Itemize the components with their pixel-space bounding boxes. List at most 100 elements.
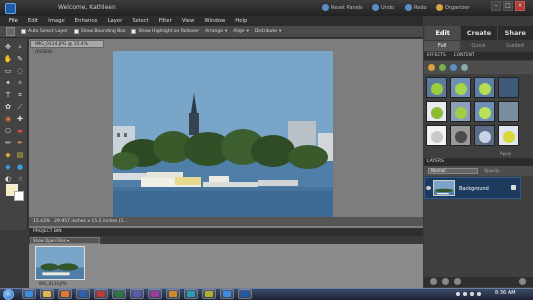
effect-swatch[interactable]	[426, 77, 447, 98]
eyedropper-tool-icon[interactable]: ✎	[15, 55, 25, 64]
pencil-tool-icon[interactable]: ✏	[3, 139, 13, 148]
lasso-tool-icon[interactable]: ◌	[15, 67, 25, 76]
menu-filter[interactable]: Filter	[154, 18, 177, 24]
effect-swatch[interactable]	[474, 125, 495, 146]
eraser-tool-icon[interactable]: ▰	[15, 127, 25, 136]
gradient-tool-icon[interactable]: ▤	[15, 151, 25, 160]
tab-edit[interactable]: Edit	[424, 26, 461, 40]
link-layers-icon[interactable]	[454, 278, 461, 285]
effect-swatch[interactable]	[474, 101, 495, 122]
healing-brush-tool-icon[interactable]: ✚	[15, 115, 25, 124]
highlight-option[interactable]: Show Highlight on Rollover	[131, 29, 199, 34]
menu-view[interactable]: View	[177, 18, 200, 24]
undo-button[interactable]: Undo	[372, 4, 394, 11]
tab-full[interactable]: Full	[424, 41, 461, 51]
sponge-tool-icon[interactable]: ◐	[3, 175, 13, 184]
clone-stamp-tool-icon[interactable]: ⎔	[3, 127, 13, 136]
project-bin-header[interactable]: PROJECT BIN	[29, 228, 423, 236]
menu-file[interactable]: File	[4, 18, 23, 24]
align-dropdown[interactable]: Align ▾	[233, 29, 249, 34]
effect-swatch[interactable]	[474, 77, 495, 98]
bin-thumbnail[interactable]	[35, 246, 85, 280]
straighten-tool-icon[interactable]: ⟋	[15, 103, 25, 112]
new-layer-icon[interactable]	[430, 278, 437, 285]
effect-swatch[interactable]	[426, 101, 447, 122]
auto-select-layer-option[interactable]: Auto Select Layer	[21, 29, 68, 34]
arrange-dropdown[interactable]: Arrange ▾	[205, 29, 227, 34]
taskbar-app-icon[interactable]	[220, 289, 234, 299]
background-color-swatch[interactable]	[14, 191, 24, 201]
taskbar-app-icon[interactable]	[148, 289, 162, 299]
cookie-cutter-tool-icon[interactable]: ✿	[3, 103, 13, 112]
show-all-icon[interactable]	[461, 64, 468, 71]
effect-swatch[interactable]	[450, 101, 471, 122]
layers-panel-header[interactable]: LAYERS	[424, 158, 533, 166]
marquee-tool-icon[interactable]: ▭	[3, 67, 13, 76]
taskbar-media-icon[interactable]	[58, 289, 72, 299]
magic-wand-tool-icon[interactable]: ✦	[3, 79, 13, 88]
taskbar-app-icon[interactable]	[166, 289, 180, 299]
document-canvas[interactable]	[113, 51, 333, 217]
redo-button[interactable]: Redo	[405, 4, 427, 11]
adjustment-layer-icon[interactable]	[442, 278, 449, 285]
organizer-button[interactable]: Organizer	[436, 4, 469, 11]
document-tab[interactable]: IMG_0114.JPG @ 15.4% (RGB/8)	[30, 40, 104, 55]
tab-share[interactable]: Share	[496, 26, 533, 40]
layer-styles-icon[interactable]	[439, 64, 446, 71]
minimize-button[interactable]: –	[491, 1, 501, 11]
taskbar-app-icon[interactable]	[112, 289, 126, 299]
taskbar-app-icon[interactable]	[202, 289, 216, 299]
taskbar-clock[interactable]: 8:36 AM	[495, 290, 516, 296]
bounding-box-checkbox[interactable]	[73, 29, 79, 34]
effect-swatch[interactable]	[450, 77, 471, 98]
effect-swatch[interactable]	[498, 77, 519, 98]
taskbar-explorer-icon[interactable]	[40, 289, 54, 299]
menu-select[interactable]: Select	[127, 18, 153, 24]
filters-icon[interactable]	[428, 64, 435, 71]
brush-tool-icon[interactable]: ✒	[15, 139, 25, 148]
effect-swatch[interactable]	[498, 101, 519, 122]
effect-swatch[interactable]	[450, 125, 471, 146]
reset-panels-button[interactable]: Reset Panels	[322, 4, 363, 11]
bin-filter-dropdown[interactable]: Show Open Files ▾	[30, 237, 100, 244]
taskbar-app-icon[interactable]	[130, 289, 144, 299]
bounding-box-option[interactable]: Show Bounding Box	[73, 29, 125, 34]
auto-select-checkbox[interactable]	[21, 29, 26, 34]
taskbar-photoshop-icon[interactable]	[238, 289, 252, 299]
blend-mode-dropdown[interactable]: Normal	[428, 168, 478, 174]
tab-content[interactable]: CONTENT	[454, 52, 475, 60]
tab-guided[interactable]: Guided	[497, 41, 533, 51]
tab-effects[interactable]: EFFECTS	[427, 52, 446, 60]
smudge-tool-icon[interactable]: ☝	[15, 175, 25, 184]
eye-icon[interactable]	[426, 186, 431, 190]
trash-icon[interactable]	[519, 278, 526, 285]
menu-edit[interactable]: Edit	[23, 18, 43, 24]
tab-quick[interactable]: Quick	[460, 41, 496, 51]
quick-selection-tool-icon[interactable]: ✧	[15, 79, 25, 88]
taskbar-app-icon[interactable]	[184, 289, 198, 299]
taskbar-app-icon[interactable]	[94, 289, 108, 299]
menu-enhance[interactable]: Enhance	[70, 18, 103, 24]
taskbar-word-icon[interactable]	[76, 289, 90, 299]
move-tool-icon[interactable]: ✥	[3, 43, 13, 52]
tray-icons[interactable]	[455, 291, 485, 297]
close-button[interactable]: ×	[515, 1, 525, 11]
hand-tool-icon[interactable]: ✋	[3, 55, 13, 64]
menu-help[interactable]: Help	[230, 18, 252, 24]
photo-effects-icon[interactable]	[450, 64, 457, 71]
zoom-tool-icon[interactable]: ⌕	[15, 43, 25, 52]
maximize-button[interactable]: □	[503, 1, 513, 11]
blur-tool-icon[interactable]: ●	[15, 163, 25, 172]
start-button-icon[interactable]	[3, 289, 14, 300]
menu-layer[interactable]: Layer	[103, 18, 128, 24]
crop-tool-icon[interactable]: ⌗	[15, 91, 25, 100]
move-tool-preset-icon[interactable]	[6, 27, 15, 36]
tab-create[interactable]: Create	[460, 26, 497, 40]
highlight-checkbox[interactable]	[131, 29, 137, 34]
shape-tool-icon[interactable]: ◆	[3, 163, 13, 172]
menu-window[interactable]: Window	[199, 18, 230, 24]
effect-swatch[interactable]	[426, 125, 447, 146]
taskbar-ie-icon[interactable]	[22, 289, 36, 299]
apply-button[interactable]: Apply	[500, 151, 511, 156]
menu-image[interactable]: Image	[43, 18, 70, 24]
